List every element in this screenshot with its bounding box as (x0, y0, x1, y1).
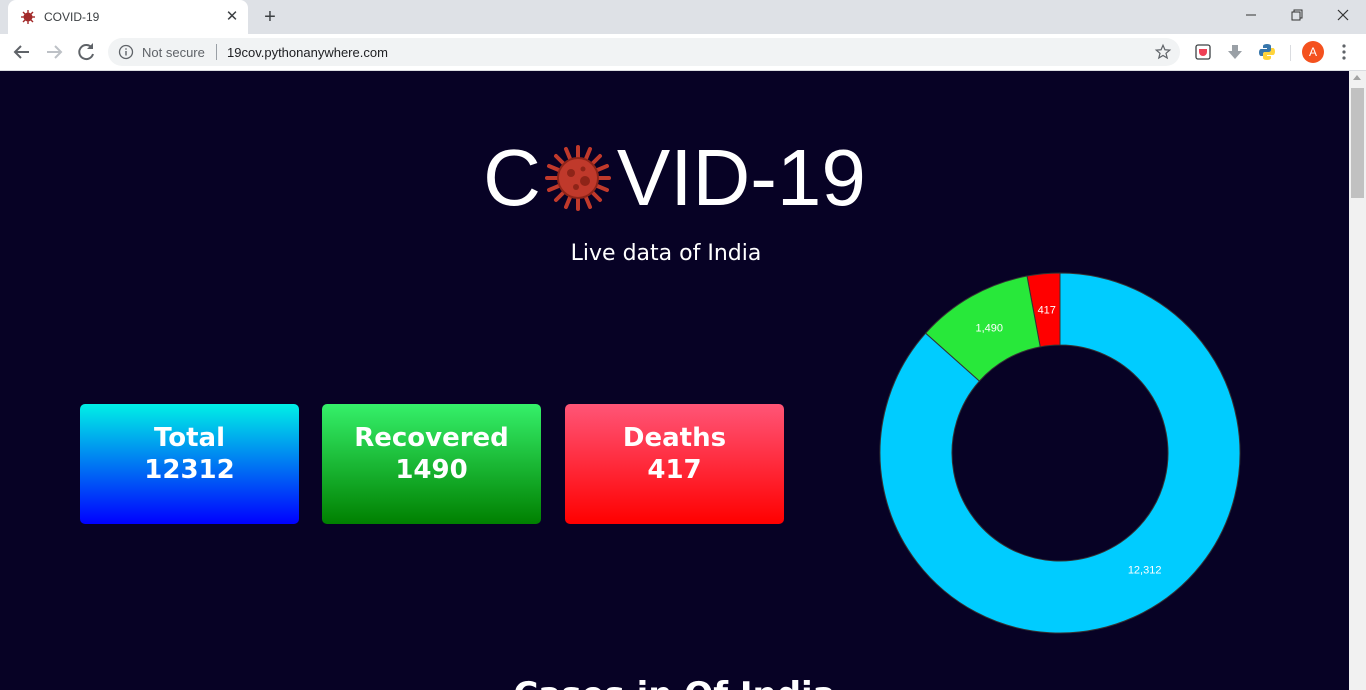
python-extension-icon[interactable] (1258, 43, 1276, 61)
cases-donut-chart: 417 1,490 12,312 (879, 272, 1241, 634)
browser-tab[interactable]: COVID-19 ✕ (8, 0, 248, 34)
total-label: Total (153, 423, 226, 453)
section-heading: Cases in Of India (0, 675, 1349, 690)
kebab-menu-icon[interactable] (1336, 43, 1352, 61)
download-extension-icon[interactable] (1226, 43, 1244, 61)
total-value: 12312 (144, 455, 235, 485)
page-title: C VID-19 (0, 133, 1349, 223)
scroll-up-icon[interactable] (1353, 75, 1361, 80)
title-suffix: VID-19 (616, 133, 866, 222)
page-viewport: C VID-19 Live data of India Total 12312 (0, 71, 1349, 690)
profile-avatar[interactable]: A (1302, 41, 1324, 63)
restore-icon[interactable] (1274, 0, 1320, 30)
minimize-icon[interactable] (1228, 0, 1274, 30)
recovered-card: Recovered 1490 (322, 404, 541, 524)
back-arrow-icon[interactable] (10, 40, 34, 64)
tab-strip: COVID-19 ✕ + (0, 0, 1366, 34)
virus-favicon-icon (21, 10, 35, 24)
tab-close-icon[interactable]: ✕ (224, 9, 240, 25)
scroll-thumb[interactable] (1351, 88, 1364, 198)
close-window-icon[interactable] (1320, 0, 1366, 30)
recovered-label: Recovered (354, 423, 509, 453)
address-bar[interactable]: Not secure 19cov.pythonanywhere.com (108, 38, 1180, 66)
forward-arrow-icon[interactable] (42, 40, 66, 64)
total-card: Total 12312 (80, 404, 299, 524)
url-text[interactable]: 19cov.pythonanywhere.com (227, 45, 388, 60)
toolbar-divider (1290, 45, 1291, 61)
tab-title: COVID-19 (44, 10, 100, 24)
reload-icon[interactable] (74, 40, 98, 64)
virus-icon (544, 145, 611, 211)
deaths-label: Deaths (622, 423, 727, 453)
not-secure-label: Not secure (142, 45, 205, 60)
recovered-value: 1490 (395, 455, 468, 485)
bookmark-star-icon[interactable] (1154, 43, 1172, 61)
donut-label-deaths: 417 (1038, 305, 1056, 317)
donut-label-total: 12,312 (1128, 564, 1162, 576)
title-prefix: C (483, 133, 541, 222)
vertical-scrollbar[interactable] (1349, 71, 1366, 690)
omnibox-divider (216, 44, 217, 60)
info-icon[interactable] (118, 44, 134, 60)
donut-label-recovered: 1,490 (976, 323, 1004, 335)
new-tab-icon[interactable]: + (259, 6, 281, 28)
pocket-extension-icon[interactable] (1194, 43, 1212, 61)
browser-toolbar: Not secure 19cov.pythonanywhere.com A (0, 34, 1366, 71)
deaths-value: 417 (647, 455, 702, 485)
deaths-card: Deaths 417 (565, 404, 784, 524)
